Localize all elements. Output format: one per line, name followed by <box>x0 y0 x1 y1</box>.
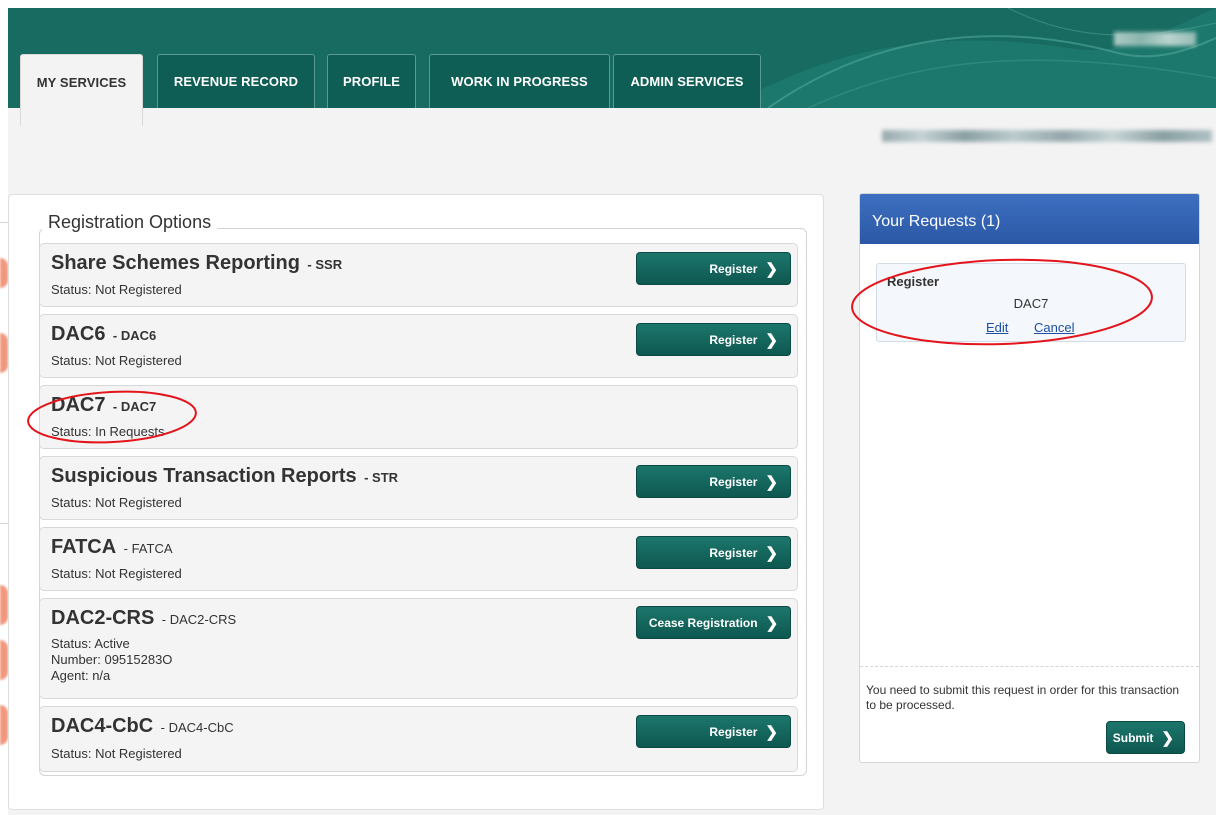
chevron-right-icon: ❯ <box>1161 729 1174 747</box>
service-name: DAC2-CRS <box>51 607 155 629</box>
registration-card-dac2-crs: DAC2-CRS - DAC2-CRS Status: Active Numbe… <box>39 598 798 699</box>
registration-card-dac6: DAC6 - DAC6 Status: Not Registered Regis… <box>39 314 798 378</box>
registration-options-legend: Registration Options <box>42 212 218 233</box>
registration-number: Number: 09515283O <box>51 652 173 667</box>
button-label: Submit <box>1112 730 1154 745</box>
registration-card-fatca: FATCA - FATCA Status: Not Registered Reg… <box>39 527 798 591</box>
cancel-request-link[interactable]: Cancel <box>1034 320 1074 335</box>
service-code: - FATCA <box>123 541 173 556</box>
button-label: Register <box>709 474 758 489</box>
request-service-name: DAC7 <box>1013 296 1049 311</box>
service-status: Status: Not Registered <box>51 282 182 297</box>
registration-card-dac7: DAC7 - DAC7 Status: In Requests <box>39 385 798 449</box>
service-name: FATCA <box>51 536 117 558</box>
user-name-redacted <box>1114 32 1196 46</box>
service-code: - DAC4-CbC <box>160 720 234 735</box>
card-title: Suspicious Transaction Reports - STR <box>51 465 398 488</box>
service-code: - DAC2-CRS <box>161 612 237 627</box>
button-label: Register <box>709 332 758 347</box>
service-name: Share Schemes Reporting <box>51 252 300 274</box>
card-title: DAC2-CRS - DAC2-CRS <box>51 607 236 630</box>
decorative-shape <box>0 640 8 680</box>
chevron-right-icon: ❯ <box>765 544 778 562</box>
divider <box>860 666 1199 667</box>
chevron-right-icon: ❯ <box>765 473 778 491</box>
button-label: Cease Registration <box>648 615 758 630</box>
cease-registration-button[interactable]: Cease Registration ❯ <box>636 606 791 639</box>
card-title: FATCA - FATCA <box>51 536 173 559</box>
register-button-ssr[interactable]: Register ❯ <box>636 252 791 285</box>
registration-card-ssr: Share Schemes Reporting - SSR Status: No… <box>39 243 798 307</box>
service-name: DAC4-CbC <box>51 715 154 737</box>
register-button-str[interactable]: Register ❯ <box>636 465 791 498</box>
chevron-right-icon: ❯ <box>765 260 778 278</box>
service-name: DAC7 <box>51 394 106 416</box>
service-status: Status: In Requests <box>51 424 165 439</box>
requests-panel-title: Your Requests (1) <box>860 194 1199 244</box>
register-button-fatca[interactable]: Register ❯ <box>636 536 791 569</box>
tab-admin-services[interactable]: ADMIN SERVICES <box>613 54 761 108</box>
request-type: Register <box>887 274 940 289</box>
chevron-right-icon: ❯ <box>765 614 779 632</box>
decorative-shape <box>0 705 8 745</box>
chevron-right-icon: ❯ <box>765 331 778 349</box>
service-name: DAC6 <box>51 323 106 345</box>
service-code: - DAC6 <box>112 328 157 343</box>
register-button-dac6[interactable]: Register ❯ <box>636 323 791 356</box>
decorative-shape <box>0 585 8 625</box>
card-title: Share Schemes Reporting - SSR <box>51 252 342 275</box>
register-button-dac4-cbc[interactable]: Register ❯ <box>636 715 791 748</box>
agent-info: Agent: n/a <box>51 668 111 683</box>
decorative-shape <box>0 258 8 288</box>
account-info-redacted <box>882 130 1212 142</box>
service-status: Status: Not Registered <box>51 353 182 368</box>
submit-button[interactable]: Submit ❯ <box>1106 721 1185 754</box>
service-code: - SSR <box>307 257 343 272</box>
service-name: Suspicious Transaction Reports <box>51 465 357 487</box>
service-status: Status: Active <box>51 636 130 651</box>
submit-instructions: You need to submit this request in order… <box>866 683 1180 712</box>
request-item: Register DAC7 Edit Cancel <box>876 263 1186 342</box>
registration-card-str: Suspicious Transaction Reports - STR Sta… <box>39 456 798 520</box>
chevron-right-icon: ❯ <box>765 723 778 741</box>
decorative-shape <box>0 333 8 373</box>
tab-revenue-record[interactable]: REVENUE RECORD <box>157 54 315 108</box>
registration-card-dac4-cbc: DAC4-CbC - DAC4-CbC Status: Not Register… <box>39 706 798 772</box>
service-code: - STR <box>364 470 399 485</box>
edit-request-link[interactable]: Edit <box>986 320 1008 335</box>
tab-work-in-progress[interactable]: WORK IN PROGRESS <box>429 54 610 108</box>
your-requests-panel: Your Requests (1) Register DAC7 Edit Can… <box>859 193 1200 763</box>
service-code: - DAC7 <box>112 399 157 414</box>
service-status: Status: Not Registered <box>51 566 182 581</box>
tab-profile[interactable]: PROFILE <box>327 54 416 108</box>
button-label: Register <box>709 261 758 276</box>
card-title: DAC6 - DAC6 <box>51 323 156 346</box>
service-status: Status: Not Registered <box>51 746 182 761</box>
card-title: DAC4-CbC - DAC4-CbC <box>51 715 234 738</box>
button-label: Register <box>709 724 758 739</box>
button-label: Register <box>709 545 758 560</box>
card-title: DAC7 - DAC7 <box>51 394 156 417</box>
service-status: Status: Not Registered <box>51 495 182 510</box>
tab-my-services[interactable]: MY SERVICES <box>20 54 143 126</box>
